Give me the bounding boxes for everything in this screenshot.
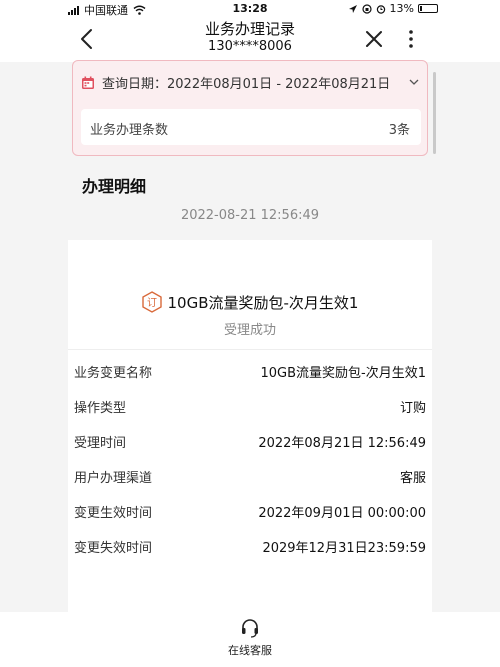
battery-level xyxy=(420,6,422,11)
calendar-icon xyxy=(82,76,94,89)
phone-number: 130****8006 xyxy=(208,39,292,54)
detail-label: 操作类型 xyxy=(74,401,127,416)
order-icon: 订 xyxy=(141,291,162,313)
record-count-label: 业务办理条数 xyxy=(90,123,169,138)
detail-row: 操作类型 订购 xyxy=(74,397,426,417)
page-title: 业务办理记录 xyxy=(204,20,295,38)
detail-row: 业务变更名称 10GB流量奖励包-次月生效1 xyxy=(74,362,426,382)
bottom-bar: 在线客服 xyxy=(0,612,500,667)
package-name: 10GB流量奖励包-次月生效1 xyxy=(167,293,359,312)
record-status: 受理成功 xyxy=(223,323,276,338)
detail-value: 2022年08月21日 12:56:49 xyxy=(258,436,426,451)
alarm-icon xyxy=(376,4,385,14)
location-icon xyxy=(348,4,357,13)
date-filter[interactable]: 查询日期： 2022年08月01日 - 2022年08月21日 xyxy=(81,73,390,92)
detail-value: 客服 xyxy=(399,471,426,486)
detail-row: 变更失效时间 2029年12月31日23:59:59 xyxy=(74,537,426,557)
date-range: 2022年08月01日 - 2022年08月21日 xyxy=(167,77,391,92)
package-header: 订 10GB流量奖励包-次月生效1 xyxy=(68,291,432,313)
lock-rotation-icon xyxy=(361,3,372,14)
detail-value: 2029年12月31日23:59:59 xyxy=(262,541,426,556)
detail-label: 变更失效时间 xyxy=(74,541,153,556)
record-count-value: 3条 xyxy=(388,123,410,138)
customer-service-icon[interactable] xyxy=(240,618,260,638)
status-bar: 中国联通 13:28 13% xyxy=(0,0,500,18)
record-detail-card: 订 10GB流量奖励包-次月生效1 受理成功 业务变更名称 10GB流量奖励包-… xyxy=(68,240,432,612)
detail-value: 2022年09月01日 00:00:00 xyxy=(258,506,426,521)
section-title: 办理明细 xyxy=(82,177,147,196)
battery-icon xyxy=(418,4,438,13)
detail-label: 变更生效时间 xyxy=(74,506,153,521)
detail-row: 受理时间 2022年08月21日 12:56:49 xyxy=(74,432,426,452)
more-icon[interactable] xyxy=(405,29,417,49)
detail-row: 变更生效时间 2022年09月01日 00:00:00 xyxy=(74,502,426,522)
detail-value: 10GB流量奖励包-次月生效1 xyxy=(260,366,427,381)
detail-label: 业务变更名称 xyxy=(74,366,153,381)
nav-bar: 业务办理记录 130****8006 xyxy=(0,18,500,62)
record-count-box: 业务办理条数 3条 xyxy=(81,109,421,145)
scrollbar[interactable] xyxy=(433,72,436,154)
customer-service-button[interactable]: 在线客服 xyxy=(0,642,500,658)
svg-text:订: 订 xyxy=(147,297,157,309)
record-time: 2022-08-21 12:56:49 xyxy=(180,208,320,223)
detail-row: 用户办理渠道 客服 xyxy=(74,467,426,487)
detail-value: 订购 xyxy=(399,401,426,416)
battery-percent: 13% xyxy=(389,2,414,15)
status-right: 13% xyxy=(348,2,438,15)
chevron-down-icon[interactable] xyxy=(409,78,419,86)
divider xyxy=(68,349,432,350)
close-icon[interactable] xyxy=(364,29,384,49)
detail-label: 用户办理渠道 xyxy=(74,471,153,486)
detail-label: 受理时间 xyxy=(74,436,127,451)
date-label: 查询日期： xyxy=(102,77,168,92)
query-card: 查询日期： 2022年08月01日 - 2022年08月21日 业务办理条数 3… xyxy=(72,60,428,156)
